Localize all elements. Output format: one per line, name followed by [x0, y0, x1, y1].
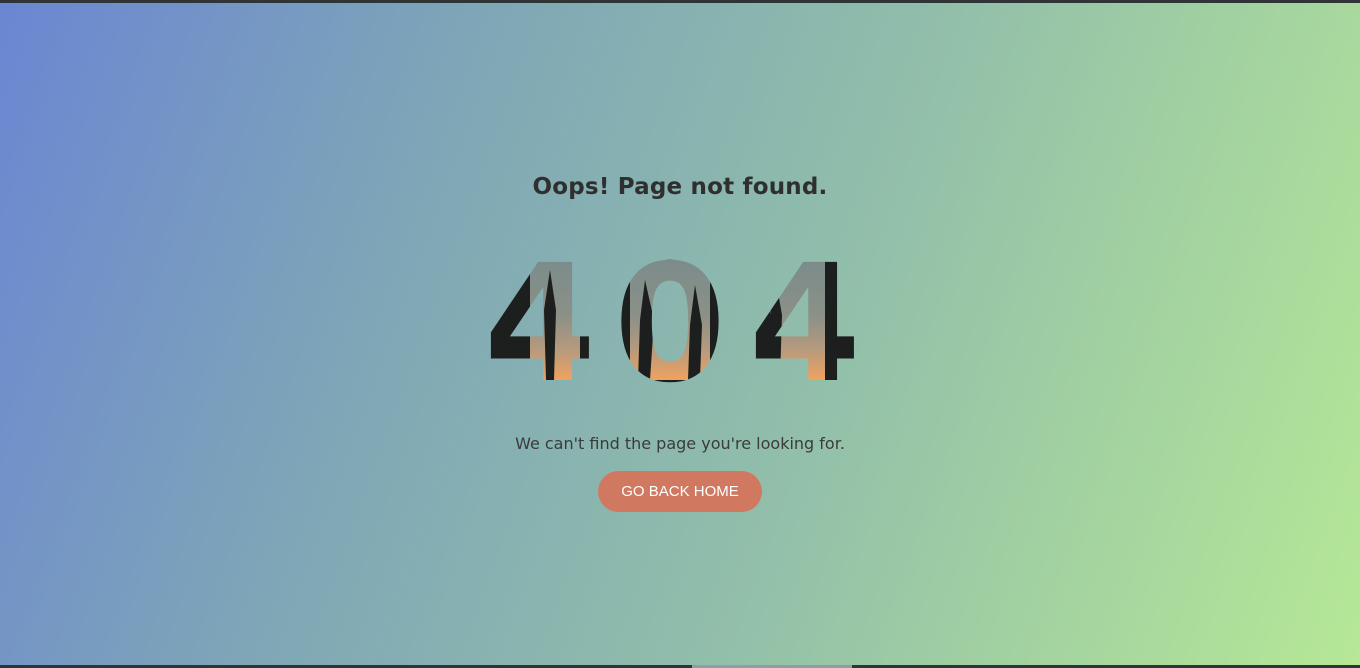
- not-found-page: Oops! Page not found. 4 0 4: [0, 0, 1360, 668]
- error-code-image: [483, 250, 862, 400]
- error-code-graphic: 4 0 4: [470, 250, 890, 400]
- not-found-message: We can't find the page you're looking fo…: [515, 434, 845, 453]
- page-title: Oops! Page not found.: [532, 174, 828, 200]
- go-back-home-button[interactable]: GO BACK HOME: [598, 471, 762, 512]
